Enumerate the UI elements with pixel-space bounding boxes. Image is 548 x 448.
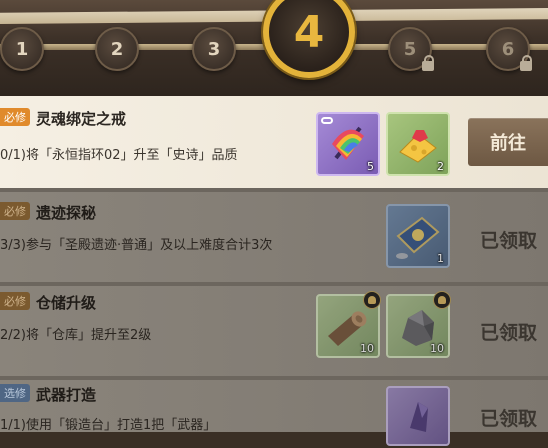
stage-node-current[interactable]: 4 bbox=[263, 0, 355, 78]
wood-log-icon[interactable]: 10 bbox=[316, 291, 381, 358]
lock-icon bbox=[520, 55, 532, 71]
stage-number: 6 bbox=[501, 38, 515, 60]
quest-row: 选修 武器打造 1/1)使用「锻造台」打造1把「武器」 已领取 bbox=[0, 380, 548, 446]
lock-icon bbox=[422, 55, 434, 71]
stage-node-6[interactable]: 6 bbox=[486, 27, 532, 71]
reward-quantity: 10 bbox=[360, 342, 374, 355]
elective-tag: 选修 bbox=[0, 384, 30, 402]
quest-description: 3/3)参与「圣殿遗迹·普通」及以上难度合计3次 bbox=[0, 238, 273, 253]
quest-row: 必修 灵魂绑定之戒 0/1)将「永恒指环02」升至「史诗」品质 5 2 前往 bbox=[0, 96, 548, 188]
stage-header: 1 2 3 4 5 6 bbox=[0, 0, 548, 96]
rainbow-fan-icon[interactable]: 5 bbox=[316, 112, 380, 176]
blue-ticket-icon[interactable]: 1 bbox=[386, 204, 450, 268]
go-button[interactable]: 前往 bbox=[468, 118, 548, 166]
quest-title: 武器打造 bbox=[36, 386, 97, 404]
quest-description: 1/1)使用「锻造台」打造1把「武器」 bbox=[0, 418, 217, 433]
stage-number: 2 bbox=[110, 38, 124, 60]
stage-node-5[interactable]: 5 bbox=[388, 27, 434, 71]
reward-quantity: 5 bbox=[367, 160, 374, 173]
quest-title: 灵魂绑定之戒 bbox=[36, 110, 127, 128]
stage-node-2[interactable]: 2 bbox=[95, 27, 139, 71]
quest-row: 必修 遗迹探秘 3/3)参与「圣殿遗迹·普通」及以上难度合计3次 1 已领取 bbox=[0, 192, 548, 282]
quest-description: 2/2)将「仓库」提升至2级 bbox=[0, 328, 152, 343]
stage-number: 1 bbox=[15, 38, 29, 60]
stage-node-3[interactable]: 3 bbox=[192, 27, 236, 71]
required-tag: 必修 bbox=[0, 292, 30, 310]
purple-crystal-icon[interactable] bbox=[386, 386, 450, 446]
reward-quantity: 1 bbox=[437, 252, 444, 265]
claimed-status: 已领取 bbox=[480, 230, 538, 252]
reward-quantity: 2 bbox=[437, 160, 444, 173]
claimed-status: 已领取 bbox=[480, 322, 538, 344]
stage-number: 4 bbox=[293, 6, 325, 58]
stone-ore-icon[interactable]: 10 bbox=[386, 291, 451, 358]
quest-title: 仓储升级 bbox=[36, 294, 97, 312]
cheese-gem-icon[interactable]: 2 bbox=[386, 112, 450, 176]
required-tag: 必修 bbox=[0, 108, 30, 126]
required-tag: 必修 bbox=[0, 202, 30, 220]
stage-number: 5 bbox=[403, 38, 417, 60]
claimed-status: 已领取 bbox=[480, 408, 538, 430]
stage-node-1[interactable]: 1 bbox=[0, 27, 44, 71]
quest-row: 必修 仓储升级 2/2)将「仓库」提升至2级 10 10 已领取 bbox=[0, 286, 548, 376]
quest-title: 遗迹探秘 bbox=[36, 204, 97, 222]
quest-description: 0/1)将「永恒指环02」升至「史诗」品质 bbox=[0, 148, 238, 163]
reward-quantity: 10 bbox=[430, 342, 444, 355]
stage-number: 3 bbox=[207, 38, 221, 60]
